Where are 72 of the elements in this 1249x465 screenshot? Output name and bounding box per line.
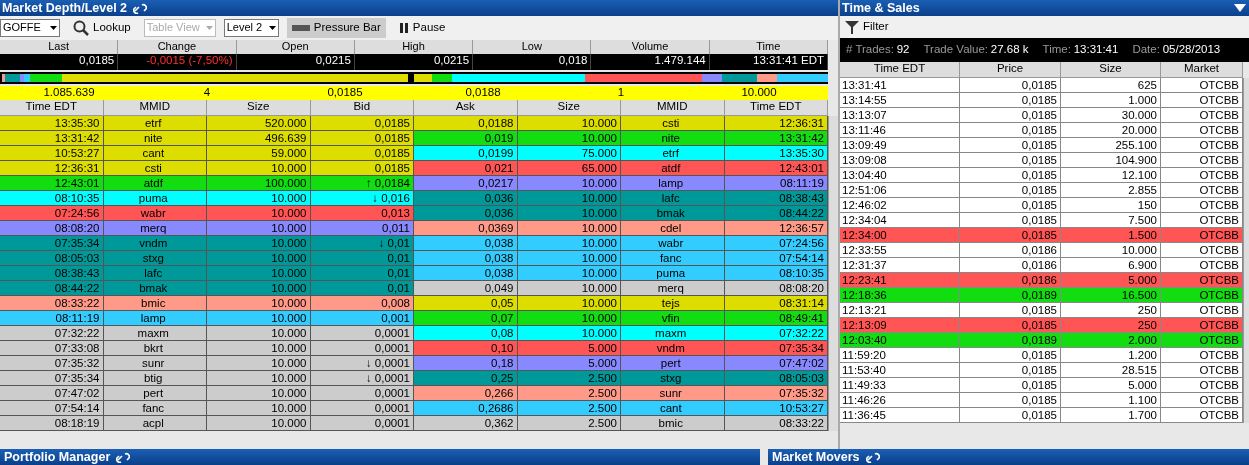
panel-title: Portfolio Manager — [4, 449, 111, 465]
column-header[interactable]: Size — [207, 100, 311, 116]
column-header: High — [354, 40, 474, 54]
symbol-dropdown[interactable]: GOFFE — [0, 19, 60, 37]
bar-icon — [291, 24, 310, 32]
column-header: Volume — [591, 40, 710, 54]
column-header: Open — [236, 40, 355, 54]
stat-value: 05/28/2013 — [1162, 43, 1221, 57]
quote-value: 0,018 — [473, 54, 592, 70]
caret-icon — [268, 26, 276, 30]
mmid-cell: bmic — [621, 416, 725, 431]
link-icon — [116, 451, 131, 463]
table-cell: 0,0185 — [960, 408, 1061, 423]
panel-title: Time & Sales — [842, 0, 920, 16]
mmid-cell: acpl — [103, 416, 207, 431]
column-header[interactable]: Ask — [414, 100, 518, 116]
scrollbar[interactable] — [828, 116, 838, 431]
lookup-button[interactable]: Lookup — [68, 18, 136, 38]
column-header: Low — [473, 40, 592, 54]
table-cell: 11:36:45 — [840, 408, 960, 423]
stat-label: # Trades: — [846, 43, 894, 57]
table-cell: 2.500 — [517, 416, 621, 431]
column-header[interactable]: Size — [517, 100, 621, 116]
quote-value: 13:31:41 EDT — [709, 54, 828, 70]
column-header[interactable]: Market — [1161, 62, 1243, 78]
summary-value: 1.085.639 — [42, 86, 96, 100]
column-header: Change — [118, 40, 237, 54]
stat-label: Time: — [1042, 43, 1071, 57]
column-header[interactable]: Time EDT — [840, 62, 960, 78]
column-header: Time — [709, 40, 828, 54]
dropdown-icon — [1233, 2, 1247, 14]
column-header[interactable]: Bid — [310, 100, 414, 116]
link-icon — [133, 2, 148, 14]
pause-button[interactable]: Pause — [393, 18, 451, 38]
summary-value: 0,0185 — [326, 86, 364, 100]
summary-value: 0,0188 — [464, 86, 502, 100]
search-icon — [73, 20, 89, 36]
pressure-bar-button[interactable]: Pressure Bar — [286, 18, 386, 38]
table-cell: 08:18:19 — [0, 416, 104, 431]
panel-title: Market Depth/Level 2 — [2, 0, 128, 16]
summary-value: 4 — [202, 86, 212, 100]
summary-value: 10.000 — [740, 86, 778, 100]
caret-icon — [50, 26, 57, 30]
scrollbar[interactable] — [1243, 78, 1249, 423]
filter-icon — [845, 20, 859, 34]
quote-value: 0,0215 — [354, 54, 474, 70]
column-header[interactable]: Size — [1061, 62, 1161, 78]
column-header[interactable]: MMID — [103, 100, 207, 116]
level-dropdown[interactable]: Level 2 — [223, 19, 279, 37]
quote-value: 0,0185 — [0, 54, 119, 70]
column-header[interactable]: Time EDT — [724, 100, 828, 116]
pause-icon — [398, 23, 409, 33]
table-cell: 10.000 — [207, 416, 311, 431]
column-header: Last — [0, 40, 119, 54]
stat-value: 92 — [896, 43, 910, 57]
column-header[interactable]: Time EDT — [0, 100, 104, 116]
link-icon — [865, 451, 880, 463]
stat-label: Trade Value: — [923, 43, 989, 57]
stat-value: 27.68 k — [990, 43, 1029, 57]
column-header[interactable]: Price — [960, 62, 1061, 78]
quote-value: 0,0215 — [236, 54, 355, 70]
quote-value: -0,0015 (-7,50%) — [118, 54, 237, 70]
column-header[interactable]: MMID — [621, 100, 725, 116]
stat-value: 13:31:41 — [1073, 43, 1119, 57]
table-cell: 1.700 — [1061, 408, 1161, 423]
panel-title: Market Movers — [772, 449, 860, 465]
filter-button[interactable]: Filter — [840, 17, 894, 37]
table-cell: 0,362 — [414, 416, 518, 431]
caret-icon — [205, 26, 213, 30]
quote-value: 1.479.144 — [591, 54, 710, 70]
summary-value: 1 — [616, 86, 626, 100]
stat-label: Date: — [1132, 43, 1160, 57]
